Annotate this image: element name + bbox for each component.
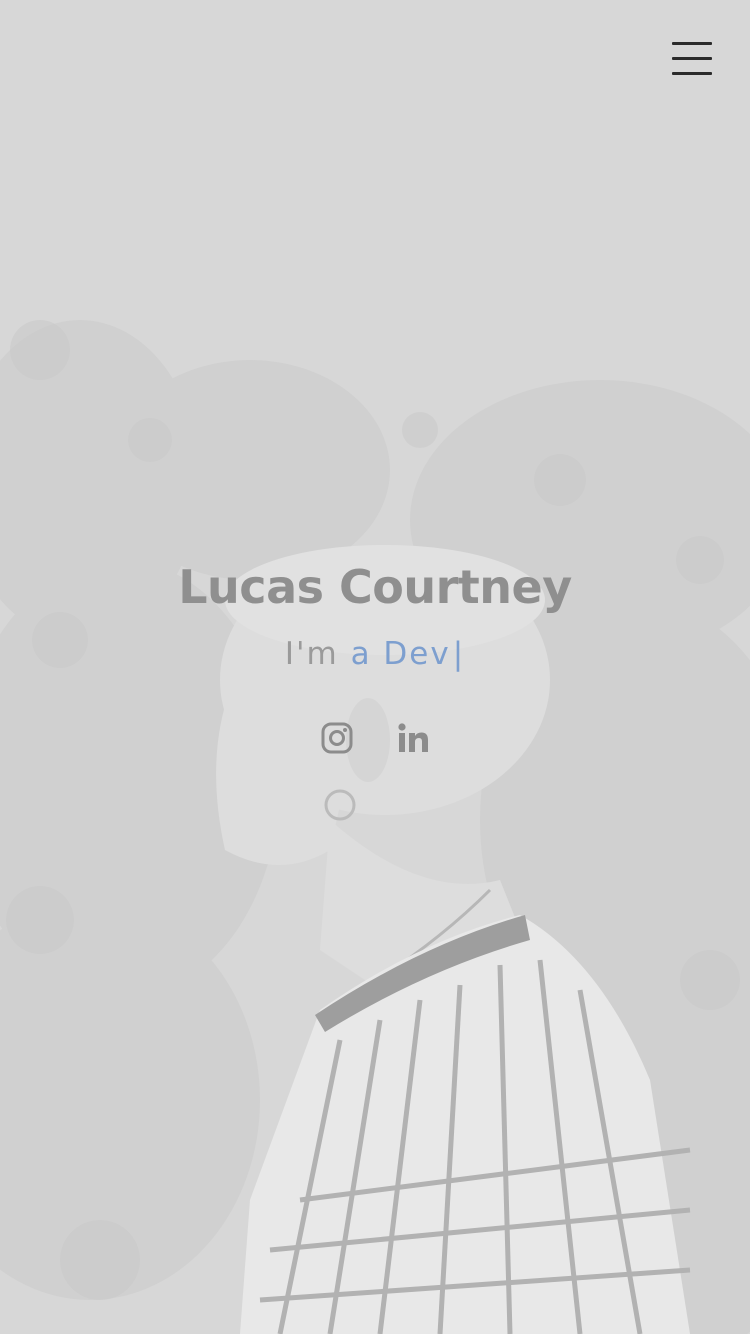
linkedin-icon	[398, 723, 428, 752]
hero-tagline: I'm a Dev|	[0, 636, 750, 672]
hamburger-menu-icon[interactable]	[672, 40, 714, 76]
hero-section: Lucas Courtney I'm a Dev|	[0, 0, 750, 1334]
menu-bar	[672, 42, 712, 45]
tagline-prefix: I'm	[284, 636, 339, 672]
linkedin-link[interactable]	[397, 722, 429, 754]
social-links	[0, 722, 750, 754]
hero-name: Lucas Courtney	[178, 560, 572, 614]
menu-bar	[672, 72, 712, 75]
hero-content: Lucas Courtney I'm a Dev|	[0, 560, 750, 754]
instagram-icon	[321, 722, 353, 754]
typing-cursor: |	[452, 636, 466, 672]
instagram-link[interactable]	[321, 722, 353, 754]
menu-bar	[672, 57, 712, 60]
typed-text: a Dev	[350, 636, 451, 672]
